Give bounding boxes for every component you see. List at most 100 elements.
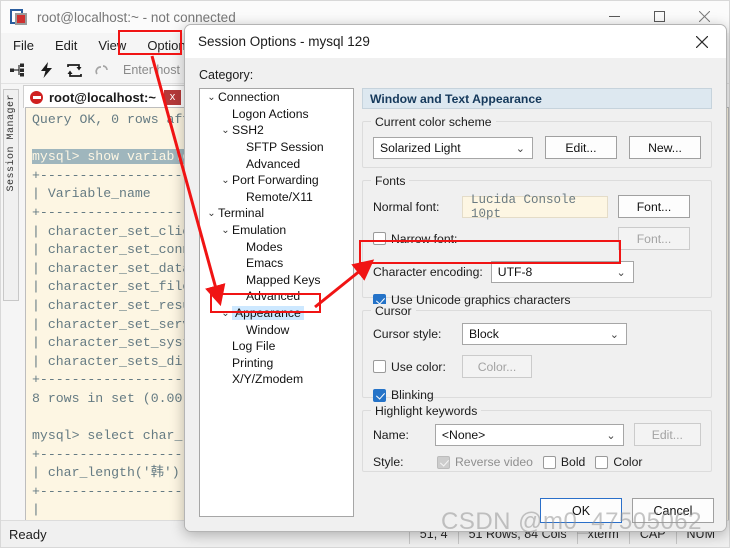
tree-item-label: SFTP Session (246, 140, 324, 155)
cursor-style-value: Block (469, 327, 499, 341)
tree-item-printing[interactable]: Printing (200, 355, 353, 372)
menu-file[interactable]: File (4, 35, 43, 56)
color-scheme-new-button[interactable]: New... (629, 136, 701, 159)
narrow-font-label: Narrow font: (391, 231, 458, 246)
tree-item-label: X/Y/Zmodem (232, 372, 304, 387)
tree-item-appearance[interactable]: ⌄ Appearance (200, 305, 353, 322)
dialog-title: Session Options - mysql 129 (198, 34, 370, 49)
chevron-down-icon[interactable]: ⌄ (219, 125, 232, 136)
connect-icon[interactable] (7, 60, 29, 80)
narrow-font-checkbox[interactable] (373, 232, 386, 245)
highlight-name-value: <None> (441, 427, 486, 442)
reverse-video-label: Reverse video (455, 455, 533, 469)
terminal-tab[interactable]: root@localhost:~ x (23, 85, 188, 108)
encoding-value: UTF-8 (497, 265, 533, 279)
reconnect-icon[interactable] (63, 60, 85, 80)
cursor-style-select[interactable]: Block ⌄ (462, 323, 627, 345)
color-scheme-select[interactable]: Solarized Light ⌄ (373, 136, 533, 159)
tree-item-label: Window (246, 322, 290, 337)
encoding-select[interactable]: UTF-8 ⌄ (490, 261, 634, 283)
cursor-color-button: Color... (462, 355, 532, 378)
tree-item-label: Emacs (246, 256, 284, 271)
cursor-style-label: Cursor style: (373, 327, 442, 341)
color-scheme-value: Solarized Light (380, 140, 461, 155)
category-label: Category: (199, 68, 254, 82)
tree-item-label: Modes (246, 239, 283, 254)
highlight-keywords-group: Highlight keywords Name: <None> ⌄ Edit..… (362, 404, 712, 472)
session-manager-tab[interactable]: Session Manager (3, 89, 19, 301)
screenshot-root: root@localhost:~ - not connected File Ed… (0, 0, 730, 548)
highlight-color-checkbox[interactable] (595, 455, 609, 469)
session-options-dialog: Session Options - mysql 129 Category: ⌄ C… (184, 24, 727, 532)
tree-item-port-forwarding[interactable]: ⌄ Port Forwarding (200, 172, 353, 189)
disconnect-icon[interactable] (91, 60, 113, 80)
highlight-edit-button: Edit... (633, 423, 701, 446)
tree-item-label: Log File (232, 339, 276, 354)
tree-item-label: Advanced (246, 156, 301, 171)
chevron-down-icon[interactable]: ⌄ (219, 175, 232, 186)
color-scheme-edit-button[interactable]: Edit... (545, 136, 617, 159)
host-input[interactable]: Enter host < (123, 63, 191, 77)
tree-item-modes[interactable]: Modes (200, 238, 353, 255)
disconnected-icon (30, 90, 43, 104)
menu-view[interactable]: View (89, 35, 135, 56)
tree-item-emulation[interactable]: ⌄ Emulation (200, 222, 353, 239)
chevron-down-icon[interactable]: ⌄ (219, 308, 232, 319)
highlight-style-label: Style: (373, 455, 404, 469)
tree-item-connection[interactable]: ⌄ Connection (200, 89, 353, 106)
highlight-name-select[interactable]: <None> ⌄ (434, 423, 624, 446)
tab-close-icon[interactable]: x (163, 89, 181, 105)
dialog-titlebar: Session Options - mysql 129 (185, 25, 726, 58)
fonts-group-title: Fonts (371, 174, 410, 188)
highlight-color-label: Color (613, 455, 643, 469)
chevron-down-icon[interactable]: ⌄ (205, 208, 218, 219)
tree-item-advanced[interactable]: Advanced (200, 288, 353, 305)
tree-item-label: Mapped Keys (246, 272, 321, 287)
tree-item-logon-actions[interactable]: Logon Actions (200, 106, 353, 123)
tree-item-x-y-zmodem[interactable]: X/Y/Zmodem (200, 371, 353, 388)
tree-item-label: Emulation (232, 223, 287, 238)
chevron-down-icon: ⌄ (606, 429, 616, 442)
session-manager-label: Session Manager (6, 94, 17, 192)
tree-item-emacs[interactable]: Emacs (200, 255, 353, 272)
chevron-down-icon: ⌄ (609, 329, 619, 341)
menu-edit[interactable]: Edit (46, 35, 86, 56)
bold-checkbox[interactable] (542, 455, 556, 469)
dialog-body: Category: ⌄ Connection Logon Actions ⌄ SSH2 S… (185, 58, 726, 531)
blinking-checkbox[interactable] (373, 388, 386, 402)
tree-item-label: Advanced (246, 289, 301, 304)
pane-header: Window and Text Appearance (362, 88, 712, 109)
watermark: CSDN @m0_47505062 (441, 508, 703, 535)
tree-item-label: Port Forwarding (232, 173, 319, 188)
chevron-down-icon[interactable]: ⌄ (205, 92, 218, 103)
tree-item-sftp-session[interactable]: SFTP Session (200, 139, 353, 156)
bold-label: Bold (560, 455, 586, 469)
chevron-down-icon: ⌄ (515, 142, 525, 155)
tree-item-terminal[interactable]: ⌄ Terminal (200, 205, 353, 222)
dialog-close-icon[interactable] (682, 27, 722, 56)
terminal-tab-label: root@localhost:~ (49, 89, 156, 105)
chevron-down-icon[interactable]: ⌄ (219, 225, 232, 236)
normal-font-label: Normal font: (373, 199, 440, 214)
normal-font-value: Lucida Console 10pt (462, 193, 608, 221)
tree-item-advanced[interactable]: Advanced (200, 155, 353, 172)
tree-item-label: Remote/X11 (246, 189, 313, 204)
blinking-label: Blinking (391, 388, 434, 402)
quick-connect-icon[interactable] (35, 60, 57, 80)
use-color-label: Use color: (391, 359, 446, 374)
category-tree[interactable]: ⌄ Connection Logon Actions ⌄ SSH2 SFTP Sessio… (199, 88, 354, 517)
cursor-group-title: Cursor (371, 304, 416, 318)
use-color-checkbox[interactable] (373, 360, 386, 373)
narrow-font-button: Font... (618, 227, 690, 250)
encoding-label: Character encoding: (373, 265, 483, 279)
normal-font-button[interactable]: Font... (618, 195, 690, 218)
tree-item-label: Appearance (232, 306, 304, 321)
tree-item-ssh2[interactable]: ⌄ SSH2 (200, 122, 353, 139)
chevron-down-icon: ⌄ (616, 267, 626, 279)
tree-item-remote-x11[interactable]: Remote/X11 (200, 189, 353, 206)
tree-item-window[interactable]: Window (200, 321, 353, 338)
highlight-group-title: Highlight keywords (371, 404, 482, 418)
tree-item-log-file[interactable]: Log File (200, 338, 353, 355)
tree-item-mapped-keys[interactable]: Mapped Keys (200, 272, 353, 289)
highlight-name-label: Name: (373, 427, 409, 442)
